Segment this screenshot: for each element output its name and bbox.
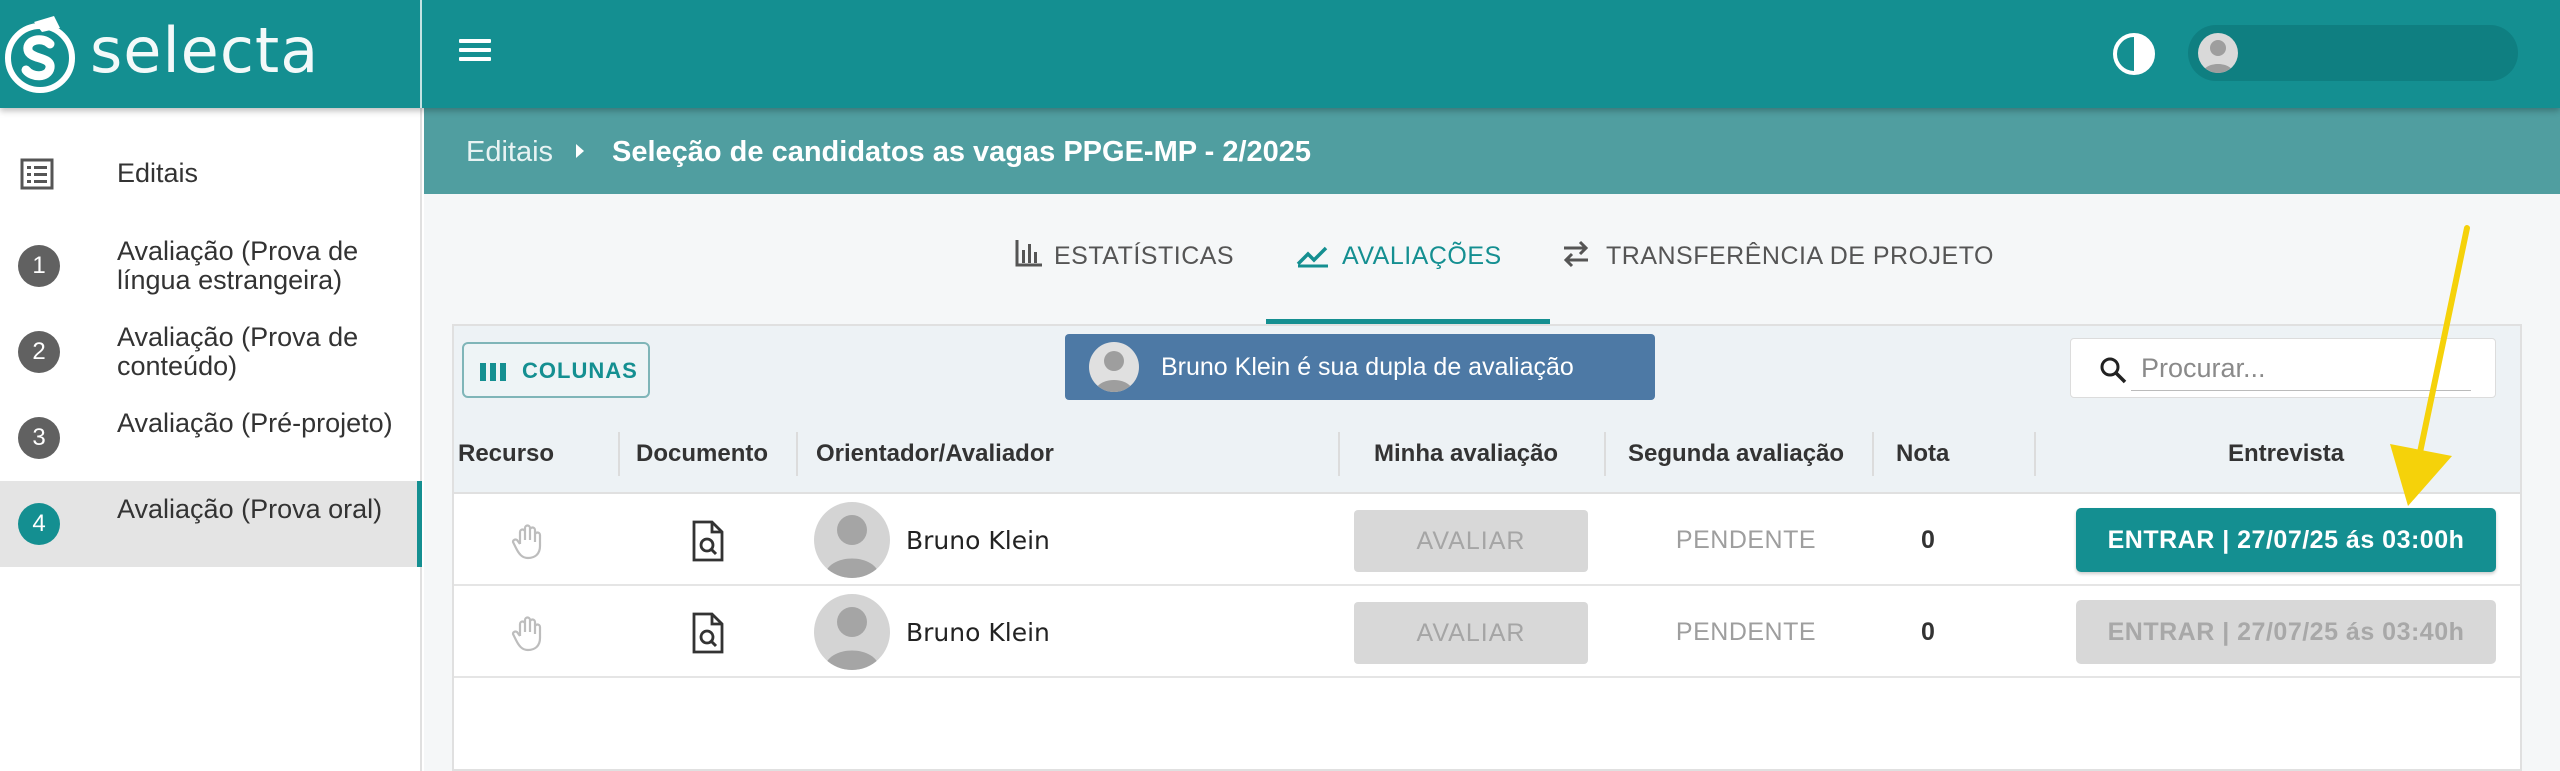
tab-transferencia-projeto[interactable]: TRANSFERÊNCIA DE PROJETO	[1560, 234, 1994, 292]
step-number-badge: 3	[18, 417, 60, 459]
pair-banner-text: Bruno Klein é sua dupla de avaliação	[1161, 353, 1574, 381]
step-label: Avaliação (Pré-projeto)	[117, 408, 393, 438]
hand-resource-icon	[511, 524, 542, 560]
table-toolbar: COLUNAS Bruno Klein é sua dupla de avali…	[454, 326, 2520, 414]
user-avatar	[2198, 33, 2238, 73]
column-separator	[2034, 432, 2036, 476]
selecta-logo-icon	[5, 16, 75, 93]
annotation-arrow-icon	[2390, 225, 2470, 506]
column-header-segunda-avaliacao[interactable]: Segunda avaliação	[1628, 440, 1844, 468]
column-header-documento[interactable]: Documento	[636, 440, 768, 468]
evaluator-name: Bruno Klein	[906, 618, 1050, 647]
bar-chart-icon	[1015, 240, 1042, 267]
column-header-minha-avaliacao[interactable]: Minha avaliação	[1374, 440, 1558, 468]
breadcrumb-separator-icon	[576, 144, 584, 158]
avatar	[814, 594, 890, 670]
avaliar-button[interactable]: AVALIAR	[1354, 602, 1588, 664]
second-evaluation-status: PENDENTE	[1675, 618, 1817, 646]
tab-estatisticas[interactable]: ESTATÍSTICAS	[1014, 234, 1234, 292]
breadcrumb-link-editais[interactable]: Editais	[466, 136, 553, 169]
sidebar-step-1[interactable]: 1 Avaliação (Prova de língua estrangeira…	[0, 223, 420, 309]
trending-up-icon	[1296, 246, 1328, 268]
search-icon	[2100, 357, 2127, 384]
table-row: Bruno Klein AVALIAR PENDENTE 0 ENTRAR | …	[454, 586, 2520, 678]
grade-value: 0	[1921, 618, 1935, 646]
enter-interview-button-disabled[interactable]: ENTRAR | 27/07/25 ás 03:40h	[2076, 600, 2496, 664]
step-label: Avaliação (Prova de língua estrangeira)	[117, 236, 359, 295]
avaliar-button[interactable]: AVALIAR	[1354, 510, 1588, 572]
contrast-toggle-icon[interactable]	[2110, 30, 2158, 78]
step-number-badge: 1	[18, 245, 60, 287]
step-number-badge: 2	[18, 331, 60, 373]
column-separator	[1604, 432, 1606, 476]
hamburger-menu-icon[interactable]	[455, 34, 495, 74]
user-menu[interactable]	[2188, 25, 2518, 81]
app-header: selecta	[0, 0, 2560, 108]
columns-button[interactable]: COLUNAS	[462, 342, 650, 398]
evaluation-pair-banner: Bruno Klein é sua dupla de avaliação	[1065, 334, 1655, 400]
table-header: Recurso Documento Orientador/Avaliador M…	[454, 414, 2520, 494]
avatar	[814, 502, 890, 578]
step-label: Avaliação (Prova oral)	[117, 494, 383, 524]
column-separator	[618, 432, 620, 476]
sidebar-step-2[interactable]: 2 Avaliação (Prova de conteúdo)	[0, 309, 420, 395]
evaluator-name: Bruno Klein	[906, 526, 1050, 555]
breadcrumb: Editais Seleção de candidatos as vagas P…	[424, 108, 2560, 194]
sidebar-item-editais[interactable]: Editais	[0, 138, 420, 210]
logo[interactable]: selecta	[0, 0, 422, 108]
document-search-icon[interactable]	[690, 612, 726, 654]
column-separator	[1872, 432, 1874, 476]
columns-icon	[480, 363, 506, 381]
tab-label: TRANSFERÊNCIA DE PROJETO	[1606, 242, 1994, 270]
table-row: Bruno Klein AVALIAR PENDENTE 0 ENTRAR | …	[454, 494, 2520, 586]
main-content: ESTATÍSTICAS AVALIAÇÕES TRANSFERÊNCIA DE…	[424, 194, 2560, 771]
avatar	[1089, 342, 1139, 392]
column-header-recurso[interactable]: Recurso	[458, 440, 554, 468]
column-separator	[796, 432, 798, 476]
user-silhouette-icon	[824, 515, 880, 578]
enter-interview-button[interactable]: ENTRAR | 27/07/25 ás 03:00h	[2076, 508, 2496, 572]
sidebar-step-4[interactable]: 4 Avaliação (Prova oral)	[0, 481, 422, 567]
user-silhouette-icon	[1095, 351, 1133, 392]
step-label: Avaliação (Prova de conteúdo)	[117, 322, 359, 381]
tab-label: ESTATÍSTICAS	[1054, 242, 1235, 270]
tab-avaliacoes[interactable]: AVALIAÇÕES	[1296, 234, 1536, 292]
column-header-orientador[interactable]: Orientador/Avaliador	[816, 440, 1054, 468]
column-separator	[1338, 432, 1340, 476]
columns-button-label: COLUNAS	[522, 358, 638, 383]
list-icon	[20, 158, 54, 190]
step-number-badge: 4	[18, 503, 60, 545]
column-header-entrevista[interactable]: Entrevista	[2228, 440, 2344, 468]
grade-value: 0	[1921, 526, 1935, 554]
tab-label: AVALIAÇÕES	[1342, 242, 1502, 270]
evaluations-table: COLUNAS Bruno Klein é sua dupla de avali…	[452, 324, 2522, 771]
hand-resource-icon	[511, 616, 542, 652]
second-evaluation-status: PENDENTE	[1675, 526, 1817, 554]
logo-text: selecta	[90, 14, 320, 87]
page-title: Seleção de candidatos as vagas PPGE-MP -…	[612, 136, 1312, 168]
column-header-nota[interactable]: Nota	[1896, 440, 1949, 468]
sidebar-item-label: Editais	[117, 158, 199, 188]
swap-arrows-icon	[1563, 240, 1589, 268]
sidebar-step-3[interactable]: 3 Avaliação (Pré-projeto)	[0, 395, 420, 481]
user-silhouette-icon	[2203, 40, 2233, 73]
sidebar: Editais 1 Avaliação (Prova de língua est…	[0, 108, 422, 771]
user-silhouette-icon	[824, 607, 880, 670]
document-search-icon[interactable]	[690, 520, 726, 562]
